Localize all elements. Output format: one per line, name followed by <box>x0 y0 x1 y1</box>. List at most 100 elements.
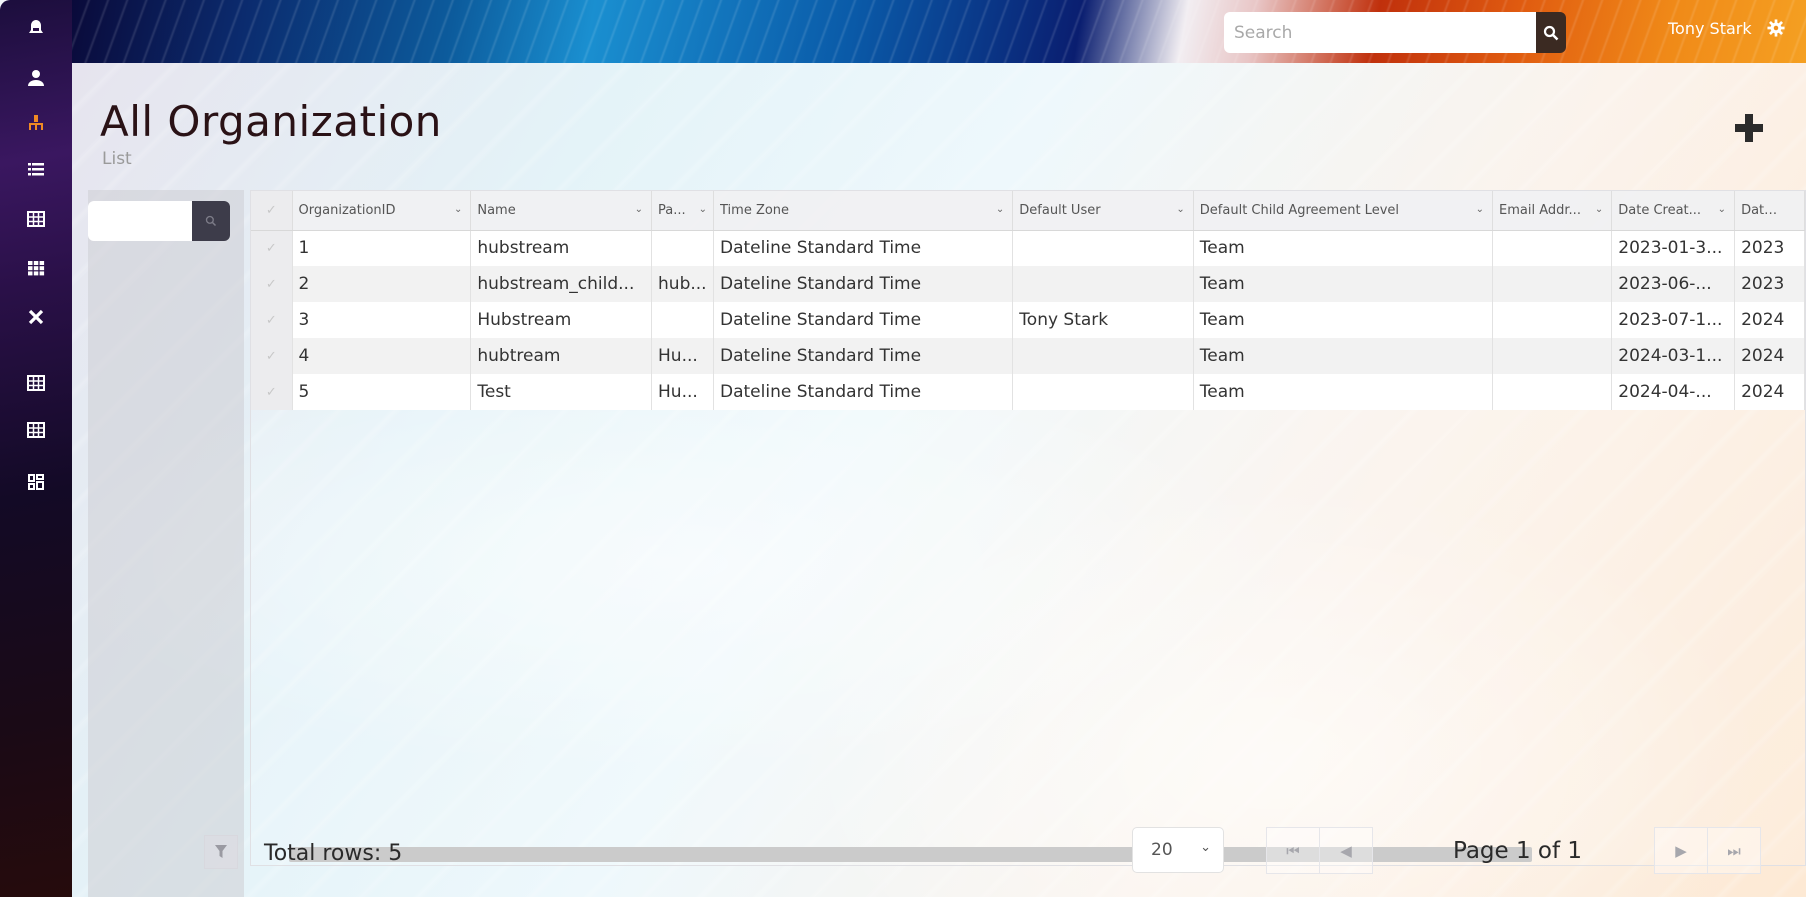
page-size-value: 20 <box>1151 840 1173 860</box>
next-page-icon: ▶ <box>1675 841 1687 860</box>
grid-icon <box>28 261 45 276</box>
column-header[interactable]: Name ⌄ <box>470 191 653 231</box>
column-header-label: Default User <box>1019 202 1101 218</box>
cell-date-updated: 2023 <box>1734 266 1805 302</box>
chevron-down-icon[interactable]: ⌄ <box>1176 204 1184 215</box>
sidebar-item-close[interactable] <box>0 297 72 337</box>
cell-date-created: 2024-04-... <box>1611 374 1736 410</box>
filter-toggle-button[interactable] <box>204 835 238 869</box>
table-row[interactable]: ✓ 4 hubtream Hu... Dateline Standard Time Tea… <box>251 338 1805 374</box>
organization-table: ✓ OrganizationID ⌄ Name ⌄ Pa... ⌄ Time Zone… <box>251 191 1805 410</box>
settings-button[interactable] <box>1767 19 1785 41</box>
cell-organization-id: 3 <box>292 302 472 338</box>
cell-date-updated: 2024 <box>1734 302 1805 338</box>
table-icon <box>27 375 45 391</box>
cell-name: hubtream <box>470 338 653 374</box>
cell-agreement-level: Team <box>1193 302 1494 338</box>
table-row[interactable]: ✓ 1 hubstream Dateline Standard Time Team 202… <box>251 230 1805 266</box>
last-page-icon: ⏭ <box>1727 841 1741 860</box>
gear-icon <box>1767 19 1785 37</box>
filter-search-input[interactable] <box>88 201 192 241</box>
chevron-down-icon[interactable]: ⌄ <box>699 204 707 215</box>
select-all-checkbox[interactable]: ✓ <box>251 191 293 231</box>
table-row[interactable]: ✓ 5 Test Hu... Dateline Standard Time Team 202… <box>251 374 1805 410</box>
cell-agreement-level: Team <box>1193 338 1494 374</box>
row-select-checkbox[interactable]: ✓ <box>251 230 293 266</box>
column-header[interactable]: Default Child Agreement Level ⌄ <box>1193 191 1494 231</box>
chevron-down-icon[interactable]: ⌄ <box>996 204 1004 215</box>
previous-page-icon: ◀ <box>1340 841 1352 860</box>
table-header-row: ✓ OrganizationID ⌄ Name ⌄ Pa... ⌄ Time Zone… <box>251 191 1805 231</box>
cell-agreement-level: Team <box>1193 374 1494 410</box>
sidebar-item-table[interactable] <box>0 199 72 239</box>
plus-icon <box>1735 114 1763 142</box>
sidebar-item-organizations[interactable] <box>0 103 72 143</box>
chevron-down-icon[interactable]: ⌄ <box>1595 204 1603 215</box>
cell-date-created: 2024-03-1... <box>1611 338 1736 374</box>
user-name[interactable]: Tony Stark <box>1668 19 1752 38</box>
cell-time-zone: Dateline Standard Time <box>713 374 1014 410</box>
row-select-checkbox[interactable]: ✓ <box>251 374 293 410</box>
column-header-label: Pa... <box>658 202 686 218</box>
column-header[interactable]: OrganizationID ⌄ <box>292 191 472 231</box>
filter-panel <box>88 190 244 897</box>
sidebar-item-notifications[interactable] <box>0 8 72 48</box>
chevron-down-icon[interactable]: ⌄ <box>1718 204 1726 215</box>
search-icon <box>1543 25 1559 40</box>
cell-parent: Hu... <box>651 338 714 374</box>
bell-icon <box>29 20 43 33</box>
cell-date-updated: 2024 <box>1734 374 1805 410</box>
add-organization-button[interactable] <box>1732 111 1766 145</box>
chevron-down-icon[interactable]: ⌄ <box>635 204 643 215</box>
sidebar-item-dashboard[interactable] <box>0 462 72 502</box>
search-icon <box>205 215 217 227</box>
table-icon <box>27 422 45 438</box>
total-rows: Total rows: 5 <box>264 841 403 866</box>
global-search-input[interactable] <box>1224 12 1536 53</box>
column-header[interactable]: Date Up <box>1734 191 1805 231</box>
sidebar-item-table-3[interactable] <box>0 410 72 450</box>
sidebar-item-users[interactable] <box>0 58 72 98</box>
column-header[interactable]: Pa... ⌄ <box>651 191 714 231</box>
cell-parent <box>651 302 714 338</box>
list-icon <box>28 163 44 176</box>
column-header[interactable]: Date Creat... ⌄ <box>1611 191 1736 231</box>
cell-organization-id: 4 <box>292 338 472 374</box>
main-content: All Organization List ✓ OrganizationID ⌄ … <box>72 63 1806 897</box>
cell-time-zone: Dateline Standard Time <box>713 266 1014 302</box>
previous-page-button[interactable]: ◀ <box>1319 827 1373 874</box>
row-select-checkbox[interactable]: ✓ <box>251 266 293 302</box>
row-select-checkbox[interactable]: ✓ <box>251 338 293 374</box>
chevron-down-icon[interactable]: ⌄ <box>1476 204 1484 215</box>
cell-name: Test <box>470 374 653 410</box>
sidebar-item-grid[interactable] <box>0 248 72 288</box>
last-page-button[interactable]: ⏭ <box>1707 827 1761 874</box>
sidebar-item-table-2[interactable] <box>0 363 72 403</box>
first-page-button[interactable]: ⏮ <box>1266 827 1320 874</box>
page-info: Page 1 of 1 <box>1453 838 1583 864</box>
filter-search-button[interactable] <box>192 201 230 241</box>
table-row[interactable]: ✓ 2 hubstream_child... hub... Dateline Stand… <box>251 266 1805 302</box>
cell-time-zone: Dateline Standard Time <box>713 302 1014 338</box>
column-header[interactable]: Email Addr... ⌄ <box>1492 191 1613 231</box>
cell-default-user <box>1012 338 1194 374</box>
next-page-button[interactable]: ▶ <box>1654 827 1708 874</box>
sidebar-item-list[interactable] <box>0 150 72 190</box>
row-select-checkbox[interactable]: ✓ <box>251 302 293 338</box>
cell-default-user <box>1012 266 1194 302</box>
chevron-down-icon[interactable]: ⌄ <box>454 204 462 215</box>
column-header[interactable]: Time Zone ⌄ <box>713 191 1014 231</box>
cell-date-created: 2023-07-1... <box>1611 302 1736 338</box>
dashboard-icon <box>28 474 44 490</box>
close-icon <box>28 309 44 325</box>
table-row[interactable]: ✓ 3 Hubstream Dateline Standard Time Tony St… <box>251 302 1805 338</box>
cell-default-user <box>1012 374 1194 410</box>
sidebar <box>0 0 72 897</box>
cell-name: hubstream_child... <box>470 266 653 302</box>
cell-time-zone: Dateline Standard Time <box>713 230 1014 266</box>
table-icon <box>27 211 45 227</box>
cell-name: hubstream <box>470 230 653 266</box>
column-header[interactable]: Default User ⌄ <box>1012 191 1194 231</box>
page-size-select[interactable]: 20 ⌄ <box>1132 827 1224 873</box>
global-search-button[interactable] <box>1536 12 1566 53</box>
